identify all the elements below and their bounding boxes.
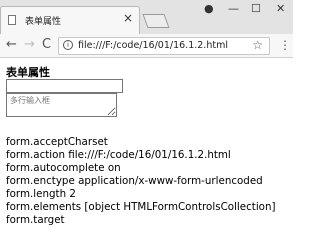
more-vert-icon[interactable]: ⋮: [279, 38, 291, 52]
url-text[interactable]: file:///F:/code/16/01/16.1.2.html: [78, 40, 228, 51]
star-icon[interactable]: ☆: [252, 38, 263, 52]
form-property-list: form.acceptCharset form.action file:///F…: [6, 136, 276, 227]
tab-title: 表单属性: [25, 17, 62, 27]
line-action: form.action file:///F:/code/16/01/16.1.2…: [6, 149, 231, 161]
new-tab-button[interactable]: [142, 14, 170, 28]
multiline-textarea[interactable]: [6, 93, 117, 117]
minimize-icon[interactable]: —: [228, 2, 239, 15]
title-bar: 表单属性 × ● — ☐ ✕: [0, 0, 293, 34]
text-input[interactable]: [6, 79, 123, 93]
forward-arrow-icon[interactable]: →: [24, 37, 35, 52]
maximize-icon[interactable]: ☐: [251, 2, 261, 15]
back-arrow-icon[interactable]: ←: [6, 37, 17, 52]
line-target: form.target: [6, 214, 65, 226]
line-autocomplete: form.autocomplete on: [6, 162, 121, 174]
profile-icon[interactable]: ●: [204, 2, 214, 15]
line-accept-charset: form.acceptCharset: [6, 136, 108, 148]
page-heading: 表单属性: [6, 66, 50, 79]
browser-toolbar: ← → C i file:///F:/code/16/01/16.1.2.htm…: [0, 34, 293, 58]
info-icon[interactable]: i: [63, 40, 73, 50]
line-elements: form.elements [object HTMLFormControlsCo…: [6, 201, 276, 213]
line-length: form.length 2: [6, 188, 76, 200]
page-icon: [8, 15, 16, 25]
reload-icon[interactable]: C: [42, 37, 51, 52]
close-icon[interactable]: ✕: [276, 2, 285, 15]
browser-tab[interactable]: 表单属性 ×: [0, 6, 140, 34]
address-bar[interactable]: i file:///F:/code/16/01/16.1.2.html ☆: [58, 37, 270, 55]
line-enctype: form.enctype application/x-www-form-urle…: [6, 175, 263, 187]
tab-close-icon[interactable]: ×: [123, 11, 133, 25]
